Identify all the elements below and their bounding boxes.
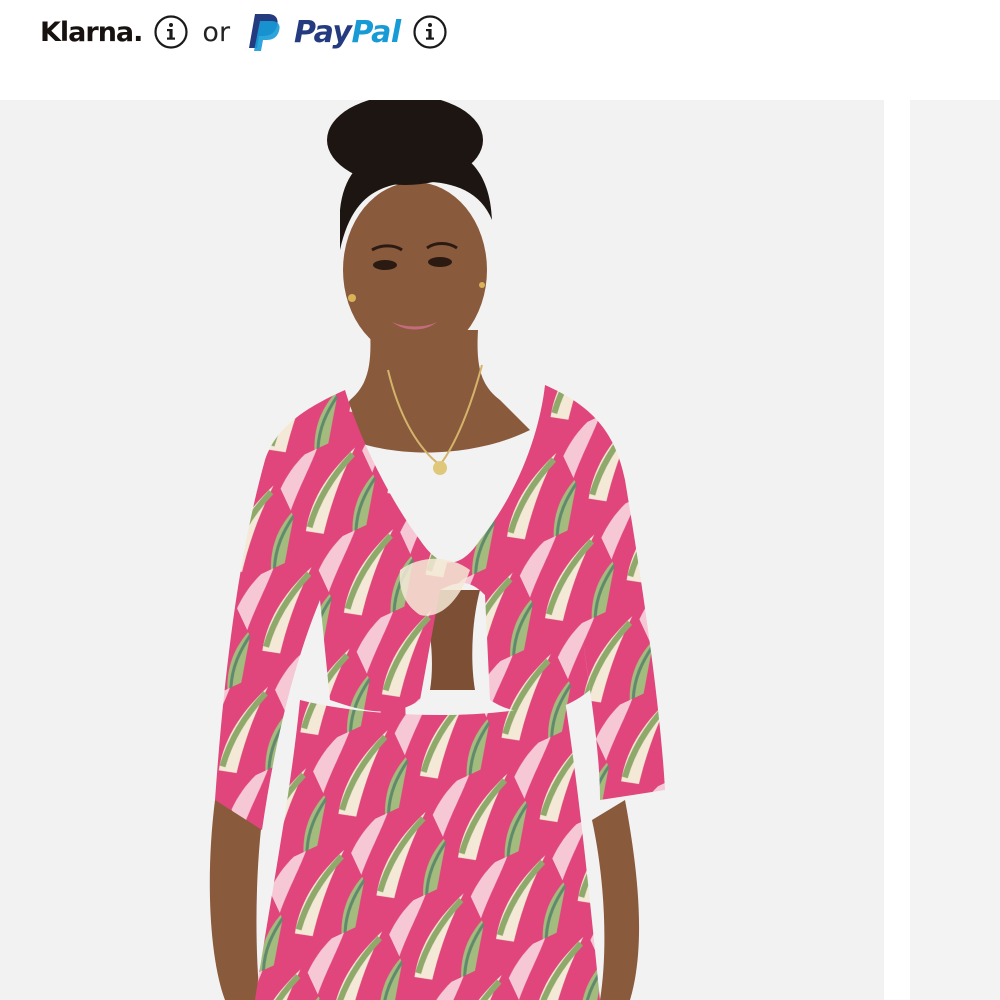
paypal-logo-icon [246,12,282,52]
klarna-logo: Klarna. [40,16,143,48]
model-photo [0,100,884,1000]
or-separator: or [202,16,231,48]
next-product-image-peek[interactable] [910,100,1000,1000]
klarna-info-icon[interactable] [154,15,189,49]
payment-options-row: Klarna. or PayPal [40,10,447,54]
product-image[interactable] [0,100,884,1000]
paypal-info-icon[interactable] [413,15,447,49]
paypal-logo: PayPal [294,14,401,50]
